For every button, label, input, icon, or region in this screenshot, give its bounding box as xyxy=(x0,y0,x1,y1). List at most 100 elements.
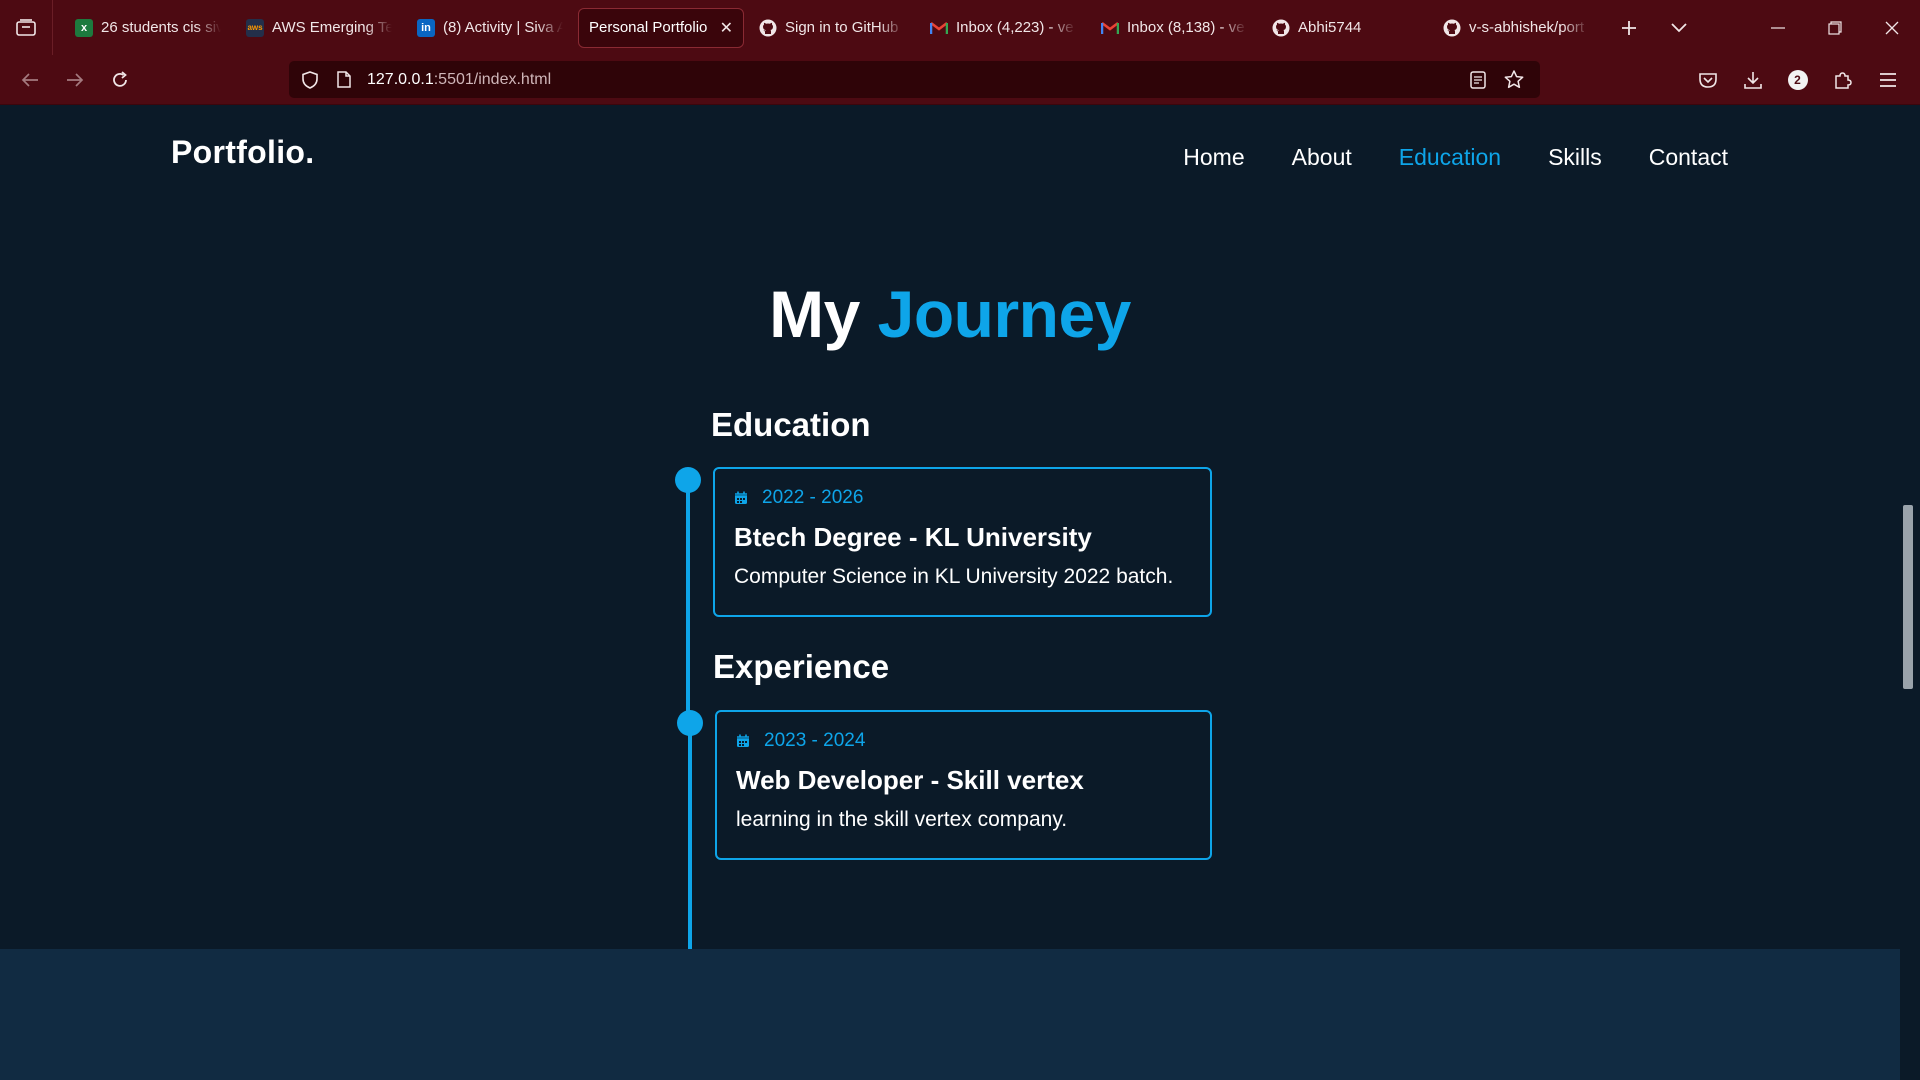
tab-title: AWS Emerging Tech xyxy=(272,19,392,36)
url-text[interactable]: 127.0.0.1:5501/index.html xyxy=(367,71,551,89)
close-window-button[interactable] xyxy=(1863,0,1920,55)
navigation-toolbar: 127.0.0.1:5501/index.html 2 xyxy=(0,55,1920,105)
site-nav: Home About Education Skills Contact xyxy=(1136,144,1728,171)
experience-date-text: 2023 - 2024 xyxy=(764,730,866,751)
reader-view-icon xyxy=(1470,70,1486,89)
page-info-button[interactable] xyxy=(327,61,361,98)
arrow-left-icon xyxy=(21,72,38,87)
tab-title: (8) Activity | Siva A xyxy=(443,19,563,36)
tab-title: v-s-abhishek/port xyxy=(1469,19,1585,36)
tab-linkedin[interactable]: in (8) Activity | Siva A xyxy=(407,8,573,48)
tabbar-actions xyxy=(1604,0,1704,55)
reload-icon xyxy=(112,70,127,87)
github-icon xyxy=(759,19,777,37)
extensions-button[interactable] xyxy=(1820,55,1865,105)
tab-title: Inbox (4,223) - ve xyxy=(956,19,1074,36)
back-button[interactable] xyxy=(7,55,52,105)
bookmark-button[interactable] xyxy=(1496,61,1532,98)
extension-count-badge: 2 xyxy=(1787,70,1808,90)
hamburger-icon xyxy=(1879,73,1896,87)
tab-list-button[interactable] xyxy=(0,0,53,55)
new-tab-button[interactable] xyxy=(1604,0,1654,55)
menu-button[interactable] xyxy=(1865,55,1910,105)
section-title-plain: My xyxy=(769,277,860,351)
tab-title: 26 students cis siva xyxy=(101,19,221,36)
education-date-text: 2022 - 2026 xyxy=(762,487,864,508)
toolbar-actions: 2 xyxy=(1685,55,1910,105)
address-bar[interactable]: 127.0.0.1:5501/index.html xyxy=(289,61,1540,98)
site-header: Portfolio. Home About Education Skills C… xyxy=(0,106,1900,202)
gmail-icon xyxy=(1101,19,1119,37)
timeline-line xyxy=(688,718,692,966)
linkedin-icon: in xyxy=(417,18,435,37)
timeline-line xyxy=(686,480,690,718)
excel-icon: x xyxy=(75,18,93,37)
experience-card: 2023 - 2024 Web Developer - Skill vertex… xyxy=(715,710,1212,860)
education-title: Btech Degree - KL University xyxy=(734,522,1092,552)
url-host: 127.0.0.1 xyxy=(367,70,434,88)
tab-github-signin[interactable]: Sign in to GitHub xyxy=(749,8,915,48)
timeline-dot xyxy=(675,467,701,493)
address-bar-actions xyxy=(1460,61,1532,98)
education-heading: Education xyxy=(711,406,871,443)
tab-strip: x 26 students cis siva aws AWS Emerging … xyxy=(65,0,1604,55)
gmail-icon xyxy=(930,19,948,37)
tab-personal-portfolio[interactable]: Personal Portfolio ✕ xyxy=(578,7,744,48)
nav-link-about[interactable]: About xyxy=(1292,144,1352,171)
experience-date: 2023 - 2024 xyxy=(736,730,1191,752)
minimize-icon xyxy=(1770,26,1785,29)
calendar-icon xyxy=(735,491,747,504)
tab-gmail-1[interactable]: Inbox (4,223) - ve xyxy=(920,8,1086,48)
arrow-right-icon xyxy=(66,72,83,87)
scrollbar-thumb[interactable] xyxy=(1903,505,1913,689)
pocket-icon xyxy=(1698,73,1717,88)
github-icon xyxy=(1443,19,1461,37)
tab-list-icon xyxy=(16,18,36,36)
star-icon xyxy=(1504,70,1524,89)
minimize-button[interactable] xyxy=(1749,0,1806,55)
close-tab-icon[interactable]: ✕ xyxy=(720,18,733,38)
restore-icon xyxy=(1827,20,1842,35)
tracking-protection-button[interactable] xyxy=(293,61,327,98)
site-logo[interactable]: Portfolio. xyxy=(171,134,314,171)
tab-title: Abhi5744 xyxy=(1298,19,1362,36)
section-title-accent: Journey xyxy=(877,277,1132,351)
close-icon xyxy=(1885,21,1898,34)
page-scrollbar[interactable] xyxy=(1900,106,1920,1080)
tab-title: Inbox (8,138) - ve xyxy=(1127,19,1245,36)
github-icon xyxy=(1272,19,1290,37)
experience-title: Web Developer - Skill vertex xyxy=(736,765,1084,795)
extension-badge-button[interactable]: 2 xyxy=(1775,55,1820,105)
tab-aws[interactable]: aws AWS Emerging Tech xyxy=(236,8,402,48)
tab-bar: x 26 students cis siva aws AWS Emerging … xyxy=(0,0,1920,55)
chevron-down-icon xyxy=(1671,22,1687,32)
forward-button[interactable] xyxy=(52,55,97,105)
timeline-dot xyxy=(677,710,703,736)
window-controls xyxy=(1749,0,1920,55)
puzzle-icon xyxy=(1834,72,1852,89)
pocket-button[interactable] xyxy=(1685,55,1730,105)
tab-excel[interactable]: x 26 students cis siva xyxy=(65,8,231,48)
tab-github-repo[interactable]: v-s-abhishek/port xyxy=(1433,8,1599,48)
download-icon xyxy=(1743,72,1762,89)
education-date: 2022 - 2026 xyxy=(734,487,1191,509)
experience-heading: Experience xyxy=(713,648,890,685)
reader-view-button[interactable] xyxy=(1460,61,1496,98)
list-all-tabs-button[interactable] xyxy=(1654,0,1704,55)
calendar-icon xyxy=(737,734,749,747)
next-section xyxy=(0,949,1900,1080)
plus-icon xyxy=(1622,20,1636,35)
restore-button[interactable] xyxy=(1806,0,1863,55)
education-card: 2022 - 2026 Btech Degree - KL University… xyxy=(713,467,1212,617)
nav-link-skills[interactable]: Skills xyxy=(1548,144,1602,171)
nav-link-contact[interactable]: Contact xyxy=(1649,144,1728,171)
tab-title: Sign in to GitHub xyxy=(785,19,899,36)
section-title: My Journey xyxy=(0,276,1900,352)
reload-button[interactable] xyxy=(97,55,142,105)
downloads-button[interactable] xyxy=(1730,55,1775,105)
tab-gmail-2[interactable]: Inbox (8,138) - ve xyxy=(1091,8,1257,48)
tab-github-profile[interactable]: Abhi5744 xyxy=(1262,8,1428,48)
nav-link-education[interactable]: Education xyxy=(1399,144,1501,171)
education-description: Computer Science in KL University 2022 b… xyxy=(734,565,1174,588)
nav-link-home[interactable]: Home xyxy=(1183,144,1244,171)
